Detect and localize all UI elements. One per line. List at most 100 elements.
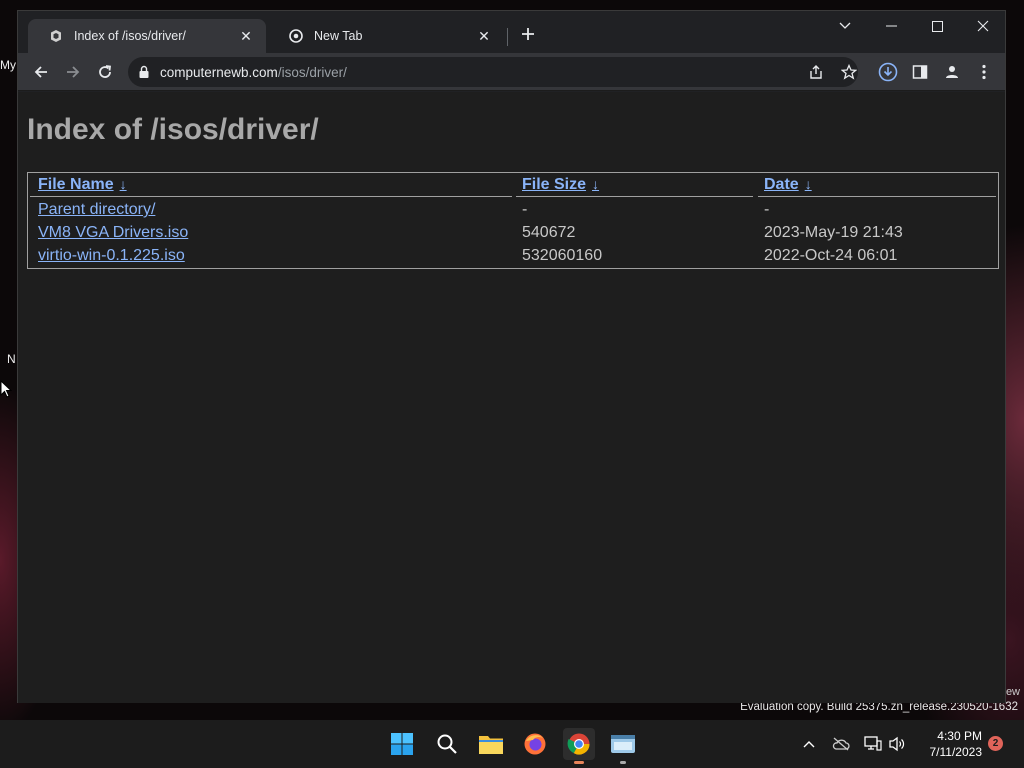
firefox-button[interactable] [519,728,551,760]
tab-close-icon[interactable]: ✕ [476,28,492,44]
share-icon [810,65,822,79]
plus-icon [522,28,534,40]
notification-badge[interactable]: 2 [988,736,1003,751]
side-panel-button[interactable] [909,61,931,83]
header-divider [30,196,512,197]
arrow-left-icon [34,66,47,78]
profile-button[interactable] [941,61,963,83]
mouse-cursor-icon [0,380,12,398]
file-date: - [764,201,770,218]
star-icon [841,64,857,80]
window-app-icon [611,735,635,753]
downloads-button[interactable] [877,61,899,83]
sort-arrow-icon: ↓ [804,176,812,192]
maximize-icon [931,20,943,32]
active-indicator [574,761,584,764]
desktop-icon-label[interactable]: My [0,58,18,72]
running-indicator [620,761,626,764]
chrome-icon [288,28,304,44]
reload-icon [99,65,112,78]
column-header-file-name[interactable]: File Name ↓ [38,176,127,194]
menu-button[interactable] [973,61,995,83]
tab-new-tab[interactable]: New Tab ✕ [268,19,504,53]
folder-icon [479,736,503,754]
sort-arrow-icon: ↓ [592,176,600,192]
file-date: 2022-Oct-24 06:01 [764,247,898,264]
minimize-icon [885,25,897,27]
tab-separator [507,28,508,46]
browser-window: Index of /isos/driver/ ✕ New Tab ✕ compu… [17,10,1006,703]
app-window-button[interactable] [607,728,639,764]
column-label: File Name [38,176,114,193]
file-link-parent-directory[interactable]: Parent directory/ [38,201,155,219]
side-panel-icon [912,65,928,79]
more-vertical-icon [982,64,986,80]
back-button[interactable] [30,61,52,83]
search-icon [437,734,457,754]
desktop-icon-label-2[interactable]: N [7,352,16,366]
volume-button[interactable] [886,734,908,754]
show-hidden-icons-button[interactable] [798,734,820,754]
tab-search-button[interactable] [822,11,868,41]
address-bar[interactable]: computernewb.com/isos/driver/ [128,57,858,87]
network-button[interactable] [862,734,884,754]
page-title: Index of /isos/driver/ [27,113,319,146]
arrow-right-icon [67,66,80,78]
clock-date: 7/11/2023 [929,745,983,759]
chrome-taskbar-button[interactable] [563,728,595,764]
tab-strip: Index of /isos/driver/ ✕ New Tab ✕ [18,11,1005,53]
file-link-virtio-win[interactable]: virtio-win-0.1.225.iso [38,247,185,265]
url-text: computernewb.com/isos/driver/ [160,65,347,80]
close-icon [977,20,989,32]
file-explorer-button[interactable] [475,728,507,760]
browser-toolbar: computernewb.com/isos/driver/ [18,53,1005,91]
chevron-down-icon [839,22,851,29]
lock-icon [139,65,149,78]
windows-logo-icon [391,733,413,755]
taskbar: 4:30 PM 7/11/2023 2 [0,720,1024,768]
url-domain: computernewb.com [160,65,278,80]
forward-button[interactable] [62,61,84,83]
column-label: Date [764,176,799,193]
header-divider [516,196,753,197]
column-header-date[interactable]: Date ↓ [764,176,812,194]
header-divider [758,196,996,197]
file-size: - [522,201,528,218]
reload-button[interactable] [94,61,116,83]
chevron-up-icon [803,741,815,748]
column-header-file-size[interactable]: File Size ↓ [522,176,599,194]
minimize-button[interactable] [868,11,914,41]
file-size: 540672 [522,224,576,241]
clock-time: 4:30 PM [937,729,982,743]
search-button[interactable] [431,728,463,760]
new-tab-button[interactable] [518,25,538,47]
chrome-icon [567,733,590,755]
page-favicon-icon [48,28,64,44]
tab-title: Index of /isos/driver/ [74,29,186,43]
person-icon [946,66,958,78]
file-date: 2023-May-19 21:43 [764,224,903,241]
firefox-icon [524,733,546,755]
file-link-vm8-vga-drivers[interactable]: VM8 VGA Drivers.iso [38,224,188,242]
cloud-off-icon [832,737,850,751]
onedrive-button[interactable] [830,734,852,754]
share-button[interactable] [806,61,828,83]
sort-arrow-icon: ↓ [119,176,127,192]
file-size: 532060160 [522,247,603,264]
start-button[interactable] [386,728,418,760]
close-window-button[interactable] [960,11,1006,41]
bookmark-button[interactable] [838,61,860,83]
system-clock[interactable]: 4:30 PM 7/11/2023 [914,728,983,760]
download-icon [878,62,898,82]
page-content: Index of /isos/driver/ File Name ↓ File S… [18,92,1005,703]
file-listing-table: File Name ↓ File Size ↓ Date ↓ Parent direc… [27,172,999,269]
tab-title: New Tab [314,29,363,43]
maximize-button[interactable] [914,11,960,41]
column-label: File Size [522,176,587,193]
tab-close-icon[interactable]: ✕ [238,28,254,44]
url-path: /isos/driver/ [277,65,347,80]
desktop-icon-label-right[interactable]: ew [1006,686,1020,698]
network-icon [864,736,882,751]
speaker-icon [889,736,905,752]
tab-index-of-driver[interactable]: Index of /isos/driver/ ✕ [28,19,266,53]
